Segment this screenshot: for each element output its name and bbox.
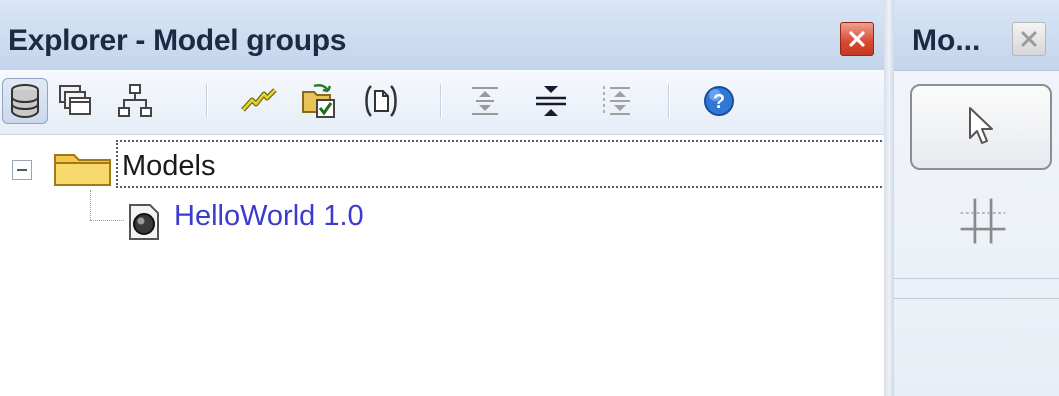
lightning-icon [241,88,277,112]
expand-all-button[interactable] [594,78,640,124]
expand-all-icon [603,86,630,116]
collapse-button[interactable] [528,78,574,124]
grid-icon [960,198,1006,244]
explorer-close-button[interactable] [840,22,874,56]
explorer-title: Explorer - Model groups [8,24,347,57]
tools-title: Mo... [912,24,981,57]
expand-icon [472,87,498,115]
close-icon [1021,31,1037,47]
tools-close-button[interactable] [1012,22,1046,56]
help-button[interactable]: ? [696,78,742,124]
grid-tool-button[interactable] [954,192,1012,250]
tools-panel: Mo... [894,0,1059,396]
windows-icon [59,85,91,115]
model-icon [129,204,159,240]
models-collapse-toggle[interactable] [12,160,32,180]
hierarchy-icon [118,84,152,117]
toolbar-separator [440,84,442,118]
explorer-panel: Explorer - Model groups ? Models HelloWo… [0,0,890,396]
tools-title-bar: Mo... [894,0,1059,71]
svg-text:?: ? [713,91,725,113]
explorer-toolbar: ? [0,70,890,135]
pointer-tool-button[interactable] [910,84,1052,170]
database-icon [11,84,39,119]
cursor-arrow-icon [969,107,993,144]
collapse-icon [536,86,566,116]
open-check-button[interactable] [296,78,342,124]
explorer-title-bar: Explorer - Model groups [0,0,890,71]
windows-button[interactable] [52,78,98,124]
panel-splitter[interactable] [884,0,894,396]
tree-connector [90,190,91,220]
helloworld-tree-item[interactable]: HelloWorld 1.0 [174,200,364,233]
toolbar-separator [206,84,208,118]
hierarchy-button[interactable] [112,78,158,124]
tools-separator [894,278,1059,279]
toolbar-separator [668,84,670,118]
close-icon [849,31,865,47]
models-tree-item[interactable] [116,140,886,188]
document-bracket-button[interactable] [358,78,404,124]
help-icon: ? [704,86,734,116]
folder-icon [54,154,111,186]
models-label: Models [122,150,216,182]
tools-separator [894,298,1059,299]
expand-button[interactable] [462,78,508,124]
lightning-button[interactable] [236,78,282,124]
database-button[interactable] [2,78,48,124]
document-bracket-icon [365,85,397,117]
tree-connector [90,220,124,221]
open-check-icon [302,83,335,118]
